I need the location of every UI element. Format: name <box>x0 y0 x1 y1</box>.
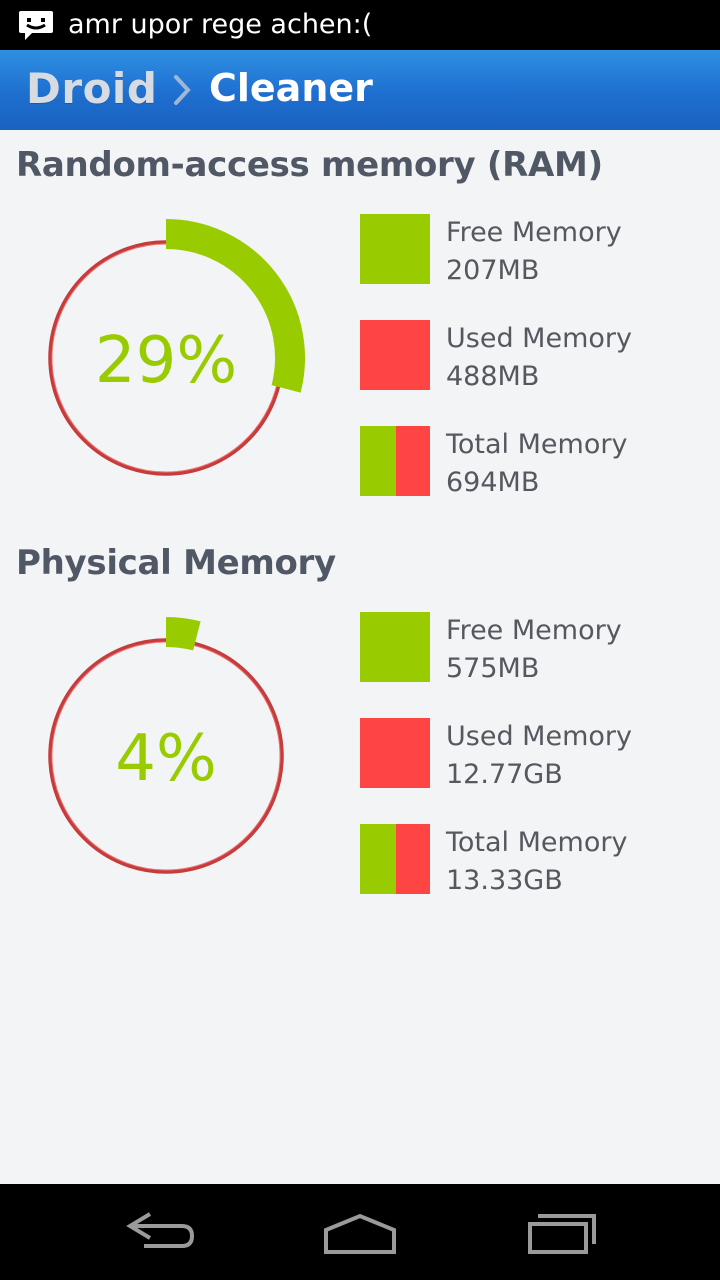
recents-icon[interactable] <box>522 1208 602 1256</box>
ram-percent-label: 29% <box>95 324 237 398</box>
legend-label: Used Memory <box>446 721 632 752</box>
legend-value: 694MB <box>446 467 540 498</box>
action-bar: Droid Cleaner <box>0 50 720 130</box>
physical-legend-free: Free Memory 575MB <box>360 612 700 684</box>
home-icon[interactable] <box>320 1208 400 1256</box>
legend-value: 12.77GB <box>446 759 563 790</box>
ram-legend-total: Total Memory 694MB <box>360 426 700 498</box>
total-swatch <box>360 824 430 894</box>
ram-legend-used: Used Memory 488MB <box>360 320 700 392</box>
used-swatch <box>360 718 430 788</box>
section-title-ram: Random-access memory (RAM) <box>16 145 603 185</box>
section-title-physical: Physical Memory <box>16 543 336 583</box>
physical-free-arc <box>165 617 201 651</box>
page-title: Cleaner <box>209 66 373 110</box>
physical-usage-gauge: 4% <box>48 617 284 874</box>
ram-legend-free: Free Memory 207MB <box>360 214 700 286</box>
legend-label: Used Memory <box>446 323 632 354</box>
physical-legend-used: Used Memory 12.77GB <box>360 718 700 790</box>
legend-value: 575MB <box>446 653 540 684</box>
free-swatch <box>360 612 430 682</box>
breadcrumb-root[interactable]: Droid <box>26 64 157 113</box>
legend-value: 488MB <box>446 361 540 392</box>
ram-usage-gauge: 29% <box>48 219 305 476</box>
legend-value: 13.33GB <box>446 865 563 896</box>
status-bar: amr upor rege achen:( <box>0 0 720 50</box>
free-swatch <box>360 214 430 284</box>
legend-value: 207MB <box>446 255 540 286</box>
legend-label: Free Memory <box>446 615 622 646</box>
legend-label: Free Memory <box>446 217 622 248</box>
chat-bubble-icon <box>19 11 53 40</box>
notification-text: amr upor rege achen:( <box>68 9 373 40</box>
total-swatch <box>360 426 430 496</box>
navigation-bar <box>0 1184 720 1280</box>
physical-percent-label: 4% <box>115 722 217 796</box>
physical-legend-total: Total Memory 13.33GB <box>360 824 700 896</box>
back-icon[interactable] <box>120 1208 200 1256</box>
used-swatch <box>360 320 430 390</box>
legend-label: Total Memory <box>446 827 628 858</box>
chevron-right-icon <box>174 75 191 105</box>
legend-label: Total Memory <box>446 429 628 460</box>
